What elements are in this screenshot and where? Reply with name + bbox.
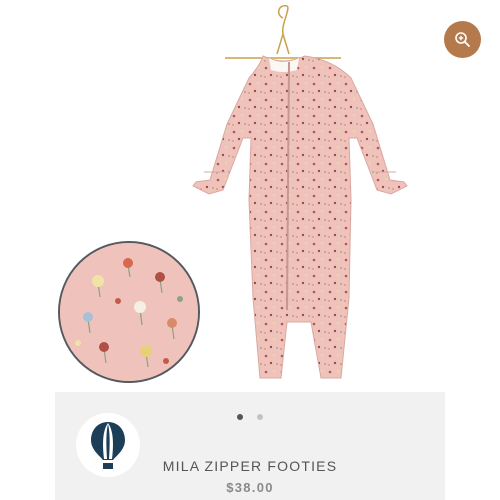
fabric-swatch [58,241,200,383]
floral-print-icon [60,243,198,381]
product-title[interactable]: MILA ZIPPER FOOTIES [55,458,445,474]
carousel-dot-1[interactable] [237,414,243,420]
product-card: MILA ZIPPER FOOTIES $38.00 [0,0,500,500]
product-info: MILA ZIPPER FOOTIES $38.00 [55,392,445,500]
product-price: $38.00 [226,480,274,495]
zoom-button[interactable] [444,21,481,58]
carousel-dot-2[interactable] [257,414,263,420]
zoom-in-icon [454,31,470,47]
